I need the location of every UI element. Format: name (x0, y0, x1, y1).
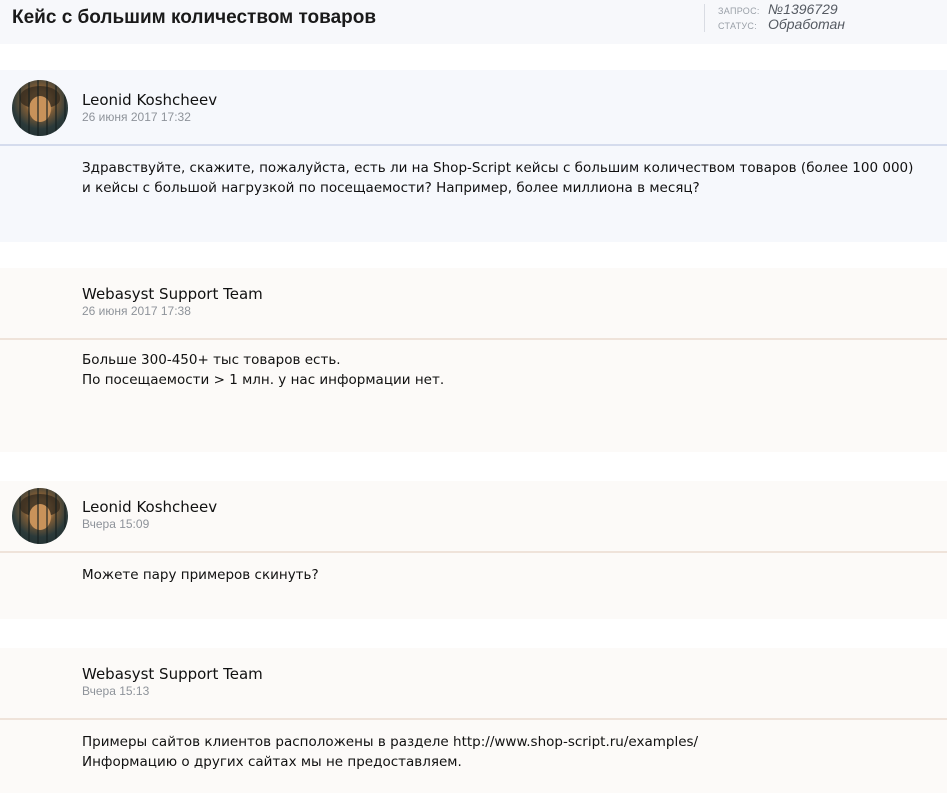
message-header: Leonid Koshcheev Вчера 15:09 (0, 481, 947, 551)
status-meta: СТАТУС: Обработан (718, 16, 845, 34)
message-text: Больше 300-450+ тыс товаров есть. По пос… (82, 350, 922, 390)
message-body: Больше 300-450+ тыс товаров есть. По пос… (0, 340, 947, 452)
message-header: Leonid Koshcheev 26 июня 2017 17:32 (0, 70, 947, 144)
message-author[interactable]: Leonid Koshcheev (82, 498, 217, 516)
message-date: 26 июня 2017 17:32 (82, 110, 191, 124)
message-header: Webasyst Support Team Вчера 15:13 (0, 648, 947, 718)
avatar[interactable] (12, 80, 68, 136)
message-text: Примеры сайтов клиентов расположены в ра… (82, 732, 922, 772)
message-line: Информацию о других сайтах мы не предост… (82, 754, 462, 770)
message-line: Можете пару примеров скинуть? (82, 567, 319, 583)
message-line: Примеры сайтов клиентов расположены в ра… (82, 734, 699, 750)
message-text: Здравствуйте, скажите, пожалуйста, есть … (82, 158, 922, 198)
request-label: ЗАПРОС: (718, 6, 760, 16)
message-date: Вчера 15:13 (82, 684, 150, 698)
request-number: №1396729 (768, 1, 838, 17)
message-line: По посещаемости > 1 млн. у нас информаци… (82, 372, 445, 388)
avatar[interactable] (12, 488, 68, 544)
message-line: Больше 300-450+ тыс товаров есть. (82, 352, 341, 368)
message-body: Здравствуйте, скажите, пожалуйста, есть … (0, 146, 947, 242)
ticket-header: Кейс с большим количеством товаров ЗАПРО… (0, 0, 947, 44)
message-date: 26 июня 2017 17:38 (82, 304, 191, 318)
status-label: СТАТУС: (718, 21, 758, 31)
message-line: Здравствуйте, скажите, пожалуйста, есть … (82, 160, 914, 196)
message-body: Примеры сайтов клиентов расположены в ра… (0, 720, 947, 793)
message-header: Webasyst Support Team 26 июня 2017 17:38 (0, 268, 947, 338)
message-text: Можете пару примеров скинуть? (82, 565, 922, 585)
message-author: Webasyst Support Team (82, 665, 263, 683)
status-value: Обработан (768, 16, 845, 32)
message-author[interactable]: Leonid Koshcheev (82, 91, 217, 109)
message-body: Можете пару примеров скинуть? (0, 553, 947, 619)
header-divider (704, 4, 705, 32)
message-date: Вчера 15:09 (82, 517, 150, 531)
page-title: Кейс с большим количеством товаров (12, 7, 377, 28)
message-author: Webasyst Support Team (82, 285, 263, 303)
